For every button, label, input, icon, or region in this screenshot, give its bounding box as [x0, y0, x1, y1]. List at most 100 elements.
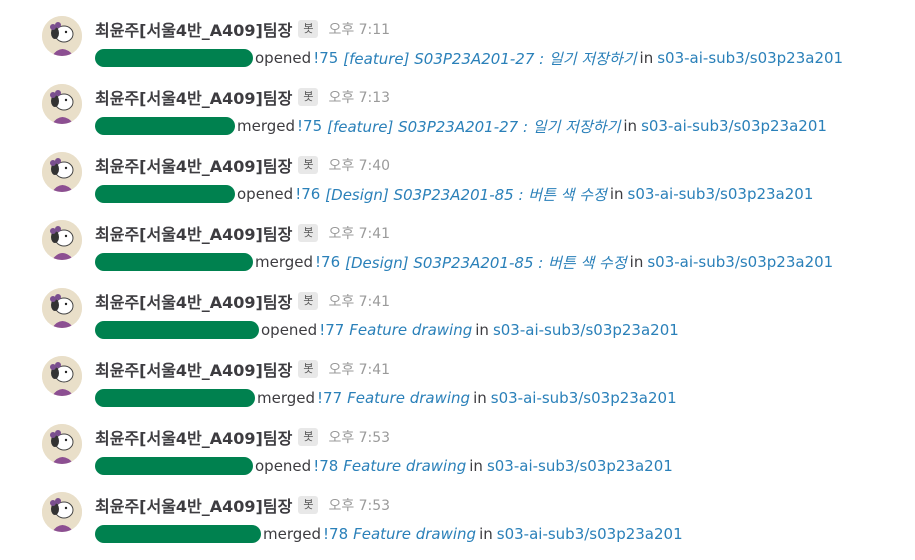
message-body: opened !76 [Design] S03P23A201-85 : 버튼 색… — [95, 182, 813, 206]
snoopy-avatar-icon — [42, 356, 82, 396]
repository-link[interactable]: s03-ai-sub3/s03p23a201 — [497, 525, 683, 543]
in-label: in — [475, 321, 489, 339]
in-label: in — [639, 49, 654, 67]
snoopy-avatar-icon — [42, 16, 82, 56]
merge-request-title[interactable]: Feature drawing — [347, 389, 470, 407]
bot-badge: 봇 — [298, 428, 319, 446]
repository-link[interactable]: s03-ai-sub3/s03p23a201 — [647, 253, 833, 271]
merge-request-link[interactable]: !76 — [315, 253, 340, 271]
avatar[interactable] — [42, 492, 82, 532]
timestamp[interactable]: 오후 7:41 — [328, 291, 390, 311]
merge-request-link[interactable]: !78 — [323, 525, 348, 543]
message-item: 최윤주[서울4반_A409]팀장 봇 오후 7:40 opened !76 [D… — [0, 152, 915, 220]
snoopy-avatar-icon — [42, 288, 82, 328]
redacted-username — [95, 525, 261, 543]
redacted-username — [95, 389, 255, 407]
author-name[interactable]: 최윤주[서울4반_A409]팀장 — [95, 357, 292, 381]
repository-link[interactable]: s03-ai-sub3/s03p23a201 — [487, 457, 673, 475]
bot-badge: 봇 — [298, 88, 319, 106]
author-name[interactable]: 최윤주[서울4반_A409]팀장 — [95, 153, 292, 177]
snoopy-avatar-icon — [42, 424, 82, 464]
timestamp[interactable]: 오후 7:53 — [328, 427, 390, 447]
timestamp[interactable]: 오후 7:41 — [328, 223, 390, 243]
merge-request-title[interactable]: [Design] S03P23A201-85 : 버튼 색 수정 — [345, 252, 627, 273]
author-name[interactable]: 최윤주[서울4반_A409]팀장 — [95, 221, 292, 245]
author-name[interactable]: 최윤주[서울4반_A409]팀장 — [95, 493, 292, 517]
in-label: in — [609, 185, 624, 203]
avatar[interactable] — [42, 356, 82, 396]
merge-request-title[interactable]: [Design] S03P23A201-85 : 버튼 색 수정 — [325, 184, 607, 205]
author-name[interactable]: 최윤주[서울4반_A409]팀장 — [95, 17, 292, 41]
avatar[interactable] — [42, 424, 82, 464]
message-header: 최윤주[서울4반_A409]팀장 봇 오후 7:41 — [95, 220, 390, 246]
in-label: in — [469, 457, 483, 475]
bot-badge: 봇 — [298, 496, 319, 514]
bot-badge: 봇 — [298, 224, 319, 242]
message-item: 최윤주[서울4반_A409]팀장 봇 오후 7:11 opened !75 [f… — [0, 16, 915, 84]
merge-request-title[interactable]: [feature] S03P23A201-27 : 일기 저장하기 — [327, 116, 620, 137]
message-item: 최윤주[서울4반_A409]팀장 봇 오후 7:53 merged !78 Fe… — [0, 492, 915, 560]
bot-badge: 봇 — [298, 156, 319, 174]
author-name[interactable]: 최윤주[서울4반_A409]팀장 — [95, 425, 292, 449]
repository-link[interactable]: s03-ai-sub3/s03p23a201 — [657, 49, 843, 67]
message-body: merged !77 Feature drawing in s03-ai-sub… — [95, 386, 677, 410]
message-header: 최윤주[서울4반_A409]팀장 봇 오후 7:13 — [95, 84, 390, 110]
timestamp[interactable]: 오후 7:40 — [328, 155, 390, 175]
repository-link[interactable]: s03-ai-sub3/s03p23a201 — [628, 185, 814, 203]
snoopy-avatar-icon — [42, 152, 82, 192]
message-body: merged !78 Feature drawing in s03-ai-sub… — [95, 522, 683, 546]
merge-request-title[interactable]: Feature drawing — [353, 525, 476, 543]
timestamp[interactable]: 오후 7:11 — [328, 19, 390, 39]
message-item: 최윤주[서울4반_A409]팀장 봇 오후 7:41 merged !77 Fe… — [0, 356, 915, 424]
snoopy-avatar-icon — [42, 492, 82, 532]
avatar[interactable] — [42, 152, 82, 192]
redacted-username — [95, 49, 253, 67]
action-verb: merged — [257, 389, 316, 407]
merge-request-link[interactable]: !75 — [297, 117, 322, 135]
action-verb: merged — [237, 117, 296, 135]
merge-request-title[interactable]: Feature drawing — [343, 457, 466, 475]
in-label: in — [623, 117, 638, 135]
message-header: 최윤주[서울4반_A409]팀장 봇 오후 7:40 — [95, 152, 390, 178]
message-item: 최윤주[서울4반_A409]팀장 봇 오후 7:41 opened !77 Fe… — [0, 288, 915, 356]
repository-link[interactable]: s03-ai-sub3/s03p23a201 — [493, 321, 679, 339]
author-name[interactable]: 최윤주[서울4반_A409]팀장 — [95, 85, 292, 109]
action-verb: opened — [255, 457, 312, 475]
in-label: in — [473, 389, 487, 407]
avatar[interactable] — [42, 288, 82, 328]
redacted-username — [95, 117, 235, 135]
repository-link[interactable]: s03-ai-sub3/s03p23a201 — [491, 389, 677, 407]
repository-link[interactable]: s03-ai-sub3/s03p23a201 — [641, 117, 827, 135]
message-feed: 최윤주[서울4반_A409]팀장 봇 오후 7:11 opened !75 [f… — [0, 0, 915, 554]
author-name[interactable]: 최윤주[서울4반_A409]팀장 — [95, 289, 292, 313]
merge-request-title[interactable]: Feature drawing — [349, 321, 472, 339]
message-header: 최윤주[서울4반_A409]팀장 봇 오후 7:41 — [95, 356, 390, 382]
message-item: 최윤주[서울4반_A409]팀장 봇 오후 7:13 merged !75 [f… — [0, 84, 915, 152]
message-body: merged !76 [Design] S03P23A201-85 : 버튼 색… — [95, 250, 833, 274]
merge-request-link[interactable]: !77 — [319, 321, 344, 339]
merge-request-link[interactable]: !78 — [313, 457, 338, 475]
action-verb: opened — [237, 185, 294, 203]
bot-badge: 봇 — [298, 20, 319, 38]
merge-request-link[interactable]: !77 — [317, 389, 342, 407]
bot-badge: 봇 — [298, 292, 319, 310]
avatar[interactable] — [42, 16, 82, 56]
avatar[interactable] — [42, 220, 82, 260]
avatar[interactable] — [42, 84, 82, 124]
action-verb: opened — [261, 321, 318, 339]
timestamp[interactable]: 오후 7:41 — [328, 359, 390, 379]
action-verb: merged — [255, 253, 314, 271]
timestamp[interactable]: 오후 7:13 — [328, 87, 390, 107]
merge-request-link[interactable]: !76 — [295, 185, 320, 203]
in-label: in — [629, 253, 644, 271]
message-body: opened !77 Feature drawing in s03-ai-sub… — [95, 318, 679, 342]
redacted-username — [95, 185, 235, 203]
message-body: merged !75 [feature] S03P23A201-27 : 일기 … — [95, 114, 827, 138]
merge-request-link[interactable]: !75 — [313, 49, 338, 67]
merge-request-title[interactable]: [feature] S03P23A201-27 : 일기 저장하기 — [343, 48, 636, 69]
timestamp[interactable]: 오후 7:53 — [328, 495, 390, 515]
redacted-username — [95, 321, 259, 339]
message-item: 최윤주[서울4반_A409]팀장 봇 오후 7:53 opened !78 Fe… — [0, 424, 915, 492]
in-label: in — [479, 525, 493, 543]
snoopy-avatar-icon — [42, 84, 82, 124]
